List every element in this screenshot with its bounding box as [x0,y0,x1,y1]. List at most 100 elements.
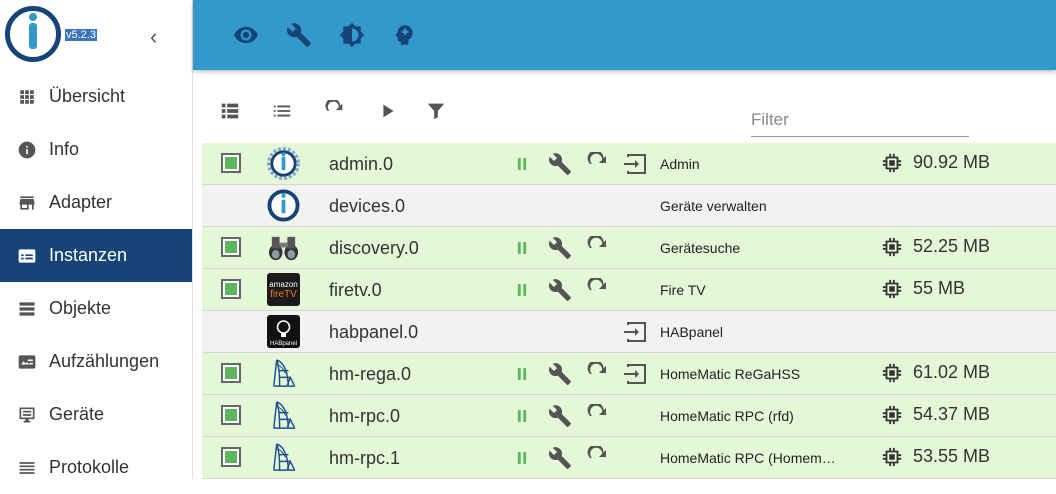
sidebar-header: v5.2.3 ‹ [0,0,192,70]
pause-icon[interactable] [510,404,534,428]
instances-toolbar [202,88,1056,138]
sidebar-nav: Übersicht Info Adapter Instanzen Objekte Aufz… [0,70,192,494]
iobroker-logo[interactable] [5,6,61,62]
memory-chip-icon [881,446,903,468]
homematic-icon [267,357,300,390]
table-row: devices.0 Geräte verwalten [202,185,1056,227]
play-icon[interactable] [375,98,401,124]
instance-title: Fire TV [660,282,706,298]
memory-usage: 90.92 MB [913,152,991,172]
instance-name: hm-rega.0 [329,364,412,384]
pause-icon[interactable] [510,446,534,470]
sidebar-item-instanzen[interactable]: Instanzen [0,229,192,282]
restart-icon[interactable] [586,278,610,302]
memory-chip-icon [881,236,903,258]
enabled-indicator [225,157,237,169]
enabled-indicator [225,409,237,421]
top-bar [193,0,1056,70]
logo-dot [29,13,37,21]
enabled-indicator [225,367,237,379]
memory-chip-icon [881,152,903,174]
sidebar-item-label: Geräte [49,404,105,424]
sidebar-item-geräte[interactable]: Geräte [0,388,192,441]
filter-input[interactable] [751,104,969,137]
wrench-icon[interactable] [548,152,572,176]
table-row: admin.0 Admin 90.92 MB [202,143,1056,185]
version-label: v5.2.3 [65,29,97,41]
restart-icon[interactable] [586,446,610,470]
instance-name: discovery.0 [329,238,419,258]
enabled-indicator [225,241,237,253]
open-link-icon[interactable] [622,152,648,176]
restart-icon[interactable] [586,362,610,386]
memory-chip-icon [881,404,903,426]
open-link-icon[interactable] [622,362,648,386]
instances-table: admin.0 Admin 90.92 MB devices.0 Geräte verw… [202,143,1056,479]
sidebar-item-objekte[interactable]: Objekte [0,282,192,335]
memory-usage: 55 MB [913,278,966,298]
instance-title: Geräte verwalten [660,198,767,214]
firetv-logo-text-amazon: amazon [269,279,298,289]
sidebar-item-übersicht[interactable]: Übersicht [0,70,192,123]
memory-usage: 53.55 MB [913,446,991,466]
open-link-icon[interactable] [622,320,648,344]
logo-bar [29,23,37,49]
pause-icon[interactable] [510,236,534,260]
wrench-icon[interactable] [548,362,572,386]
eye-icon[interactable] [231,20,261,50]
restart-icon[interactable] [586,404,610,428]
sidebar-item-label: Aufzählungen [49,351,160,371]
iobroker-gear-icon [267,147,300,180]
sidebar-item-label: Übersicht [49,86,126,106]
enable-checkbox[interactable] [221,153,241,173]
enable-checkbox[interactable] [221,405,241,425]
table-row: hm-rega.0 HomeMatic ReGaHSS 61.02 MB [202,353,1056,395]
instance-name: devices.0 [329,196,406,216]
table-row: amazon fireTV firetv.0 Fire TV 55 MB [202,269,1056,311]
sidebar-item-label: Info [49,139,80,159]
pause-icon[interactable] [510,362,534,386]
restart-icon[interactable] [586,236,610,260]
habpanel-logo-text: HABpanel [269,341,298,347]
filter-icon[interactable] [423,98,449,124]
table-row: hm-rpc.0 HomeMatic RPC (rfd) 54.37 MB [202,395,1056,437]
sidebar-item-info[interactable]: Info [0,123,192,176]
enabled-indicator [225,451,237,463]
instance-title: HABpanel [660,324,724,340]
table-row: hm-rpc.1 HomeMatic RPC (Homem… 53.55 MB [202,437,1056,479]
habpanel-icon: HABpanel [267,315,300,348]
enable-checkbox[interactable] [221,237,241,257]
table-view-icon[interactable] [217,98,243,124]
expert-icon[interactable] [389,20,419,50]
instance-title: HomeMatic ReGaHSS [660,366,801,382]
memory-usage: 54.37 MB [913,404,991,424]
table-row: HABpanel habpanel.0 HABpanel [202,311,1056,353]
instance-name: admin.0 [329,154,394,174]
enum-icon [17,352,37,372]
instances-icon [17,246,37,266]
refresh-icon[interactable] [322,98,348,124]
wrench-icon[interactable] [548,446,572,470]
sidebar-item-adapter[interactable]: Adapter [0,176,192,229]
instance-name: firetv.0 [329,280,382,300]
sidebar-item-aufzählungen[interactable]: Aufzählungen [0,335,192,388]
instance-title: HomeMatic RPC (Homem… [660,450,836,466]
memory-chip-icon [881,362,903,384]
sidebar-item-protokolle[interactable]: Protokolle [0,441,192,494]
wrench-icon[interactable] [548,404,572,428]
list-view-icon[interactable] [269,98,295,124]
pause-icon[interactable] [510,278,534,302]
restart-icon[interactable] [586,152,610,176]
instance-title: Admin [660,156,700,172]
collapse-sidebar-button[interactable]: ‹ [150,24,157,50]
pause-icon[interactable] [510,152,534,176]
enable-checkbox[interactable] [221,447,241,467]
brightness-icon[interactable] [337,20,367,50]
enable-checkbox[interactable] [221,279,241,299]
sidebar-item-label: Adapter [49,192,113,212]
table-row: discovery.0 Gerätesuche 52.25 MB [202,227,1056,269]
wrench-icon[interactable] [548,278,572,302]
enable-checkbox[interactable] [221,363,241,383]
wrench-icon[interactable] [284,20,314,50]
wrench-icon[interactable] [548,236,572,260]
